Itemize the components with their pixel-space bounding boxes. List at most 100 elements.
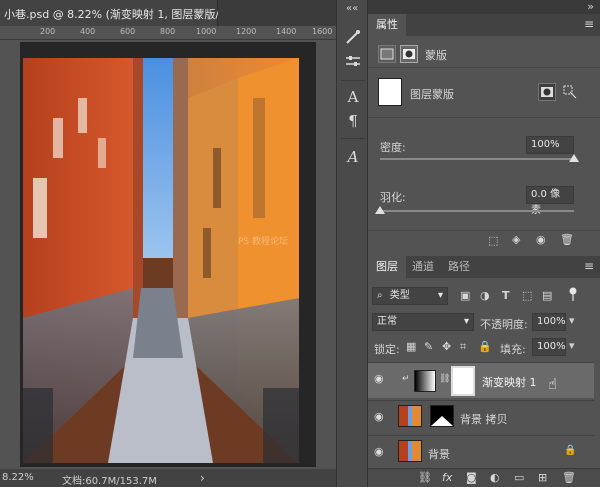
lock-position-icon[interactable]: ✥ bbox=[442, 340, 451, 353]
toggle-mask-visibility-icon[interactable]: ◉ bbox=[536, 233, 546, 246]
layer-name[interactable]: 背景 拷贝 bbox=[460, 411, 508, 427]
paragraph-icon[interactable]: ¶ bbox=[341, 110, 365, 132]
blend-mode-select[interactable]: 正常 ▾ bbox=[372, 313, 474, 331]
density-slider-thumb[interactable] bbox=[569, 154, 579, 162]
mask-link-icon[interactable]: ⛓ bbox=[439, 374, 450, 384]
document-tab-title: 小巷.psd @ 8.22% (渐变映射 1, 图层蒙版/8) * bbox=[4, 8, 240, 21]
layers-footer: ⛓ fx ◙ ◐ ▭ ⊞ 🗑 bbox=[368, 468, 600, 487]
shape-filter-icon[interactable]: ⬚ bbox=[522, 289, 532, 302]
blend-mode-value: 正常 bbox=[377, 316, 397, 327]
dock-collapse-icon[interactable]: «« bbox=[346, 3, 358, 14]
layer-row-gradient-map[interactable]: ◉ ↵ ⛓ 渐变映射 1 ☝ bbox=[368, 362, 594, 398]
filter-kind-value: 类型 bbox=[389, 290, 410, 301]
pixel-mask-button[interactable] bbox=[378, 45, 396, 63]
search-icon: ⌕ bbox=[377, 290, 383, 301]
visibility-eye-icon[interactable]: ◉ bbox=[374, 445, 390, 458]
right-panels: » 属性 ≡ 蒙版 图层蒙版 密度: 100% 羽化: 0.0 像素 ⬚ bbox=[368, 0, 600, 487]
new-adjustment-layer-icon[interactable]: ◐ bbox=[490, 471, 500, 484]
adjust-sliders-icon[interactable] bbox=[341, 52, 365, 74]
smart-object-filter-icon[interactable]: ▤ bbox=[542, 289, 552, 302]
delete-mask-icon[interactable]: 🗑 bbox=[560, 233, 574, 246]
density-label: 密度: bbox=[380, 141, 406, 154]
adjustment-layer-thumbnail[interactable] bbox=[414, 370, 436, 392]
panel-collapse-icon[interactable]: » bbox=[587, 0, 594, 13]
mask-label: 蒙版 bbox=[425, 49, 447, 62]
new-layer-icon[interactable]: ⊞ bbox=[538, 471, 547, 484]
opacity-label: 不透明度: bbox=[480, 318, 528, 331]
density-slider-track[interactable] bbox=[380, 158, 574, 160]
properties-menu-icon[interactable]: ≡ bbox=[584, 17, 594, 31]
density-input[interactable]: 100% bbox=[526, 136, 574, 154]
fill-label: 填充: bbox=[500, 343, 526, 356]
lock-transparent-icon[interactable]: ▦ bbox=[406, 340, 416, 353]
visibility-eye-icon[interactable]: ◉ bbox=[374, 372, 390, 385]
layer-mask-button[interactable] bbox=[400, 45, 418, 63]
apply-mask-footer-icon[interactable]: ◈ bbox=[512, 233, 520, 246]
feather-slider-track[interactable] bbox=[380, 210, 574, 212]
ruler-tick-label: 200 bbox=[40, 27, 56, 36]
link-layers-icon[interactable]: ⛓ bbox=[418, 471, 432, 484]
layer-style-icon[interactable]: fx bbox=[442, 471, 452, 484]
feather-input[interactable]: 0.0 像素 bbox=[526, 186, 574, 216]
visibility-eye-icon[interactable]: ◉ bbox=[374, 410, 390, 423]
delete-layer-icon[interactable]: 🗑 bbox=[562, 471, 576, 484]
fill-chevron-icon[interactable]: ▾ bbox=[569, 339, 575, 352]
layer-thumbnail[interactable] bbox=[398, 405, 422, 427]
glyphs-icon[interactable]: A bbox=[341, 146, 365, 168]
ruler-tick-label: 400 bbox=[80, 27, 96, 36]
tab-paths[interactable]: 路径 bbox=[440, 256, 478, 278]
layer-row-background-copy[interactable]: ◉ 背景 拷贝 bbox=[368, 400, 594, 432]
opacity-input[interactable]: 100% bbox=[532, 313, 566, 331]
add-mask-icon[interactable]: ◙ bbox=[466, 471, 477, 484]
layers-menu-icon[interactable]: ≡ bbox=[584, 259, 594, 273]
ruler-tick-label: 1000 bbox=[196, 27, 217, 36]
pixel-filter-icon[interactable]: ▣ bbox=[460, 289, 470, 302]
layer-row-background[interactable]: ◉ 背景 🔒 bbox=[368, 435, 594, 467]
load-selection-icon[interactable]: ⬚ bbox=[488, 234, 498, 247]
apply-mask-icon[interactable] bbox=[562, 84, 578, 100]
status-bar: 8.22% 文档:60.7M/153.7M › bbox=[0, 469, 336, 487]
feather-slider-thumb[interactable] bbox=[375, 206, 385, 214]
clip-link-icon: ↵ bbox=[402, 374, 410, 384]
fill-input[interactable]: 100% bbox=[532, 338, 566, 356]
layer-mask-thumbnail[interactable] bbox=[451, 366, 475, 396]
status-menu-arrow-icon[interactable]: › bbox=[200, 471, 205, 485]
properties-tab-bar: 属性 ≡ bbox=[368, 14, 600, 36]
document-area: 小巷.psd @ 8.22% (渐变映射 1, 图层蒙版/8) * × 200 … bbox=[0, 0, 336, 487]
layers-tab-bar: 图层 通道 路径 ≡ bbox=[368, 256, 600, 278]
properties-footer: ⬚ ◈ ◉ 🗑 bbox=[368, 230, 600, 252]
adjustment-filter-icon[interactable]: ◑ bbox=[480, 289, 490, 302]
layer-thumbnail[interactable] bbox=[398, 440, 422, 462]
layer-name[interactable]: 背景 bbox=[428, 446, 450, 462]
mouse-cursor-icon: ☝ bbox=[548, 375, 558, 393]
ruler-tick-label: 1400 bbox=[276, 27, 297, 36]
brush-settings-icon[interactable] bbox=[341, 28, 365, 50]
panel-top-strip: » bbox=[368, 0, 600, 14]
watermark-text: PS 教程论坛 bbox=[238, 237, 289, 247]
select-mask-icon[interactable] bbox=[538, 83, 556, 101]
zoom-level[interactable]: 8.22% bbox=[2, 472, 34, 483]
tab-bar-empty bbox=[218, 0, 336, 26]
document-tab[interactable]: 小巷.psd @ 8.22% (渐变映射 1, 图层蒙版/8) * × bbox=[0, 0, 256, 26]
layer-mask-thumbnail[interactable] bbox=[430, 405, 454, 427]
ruler-tick-label: 1600 bbox=[312, 27, 333, 36]
canvas-image[interactable]: PS 教程论坛 bbox=[23, 58, 299, 463]
type-filter-icon[interactable]: T bbox=[502, 289, 510, 302]
new-group-icon[interactable]: ▭ bbox=[514, 471, 524, 484]
lock-all-icon[interactable]: 🔒 bbox=[478, 340, 492, 353]
lock-image-icon[interactable]: ✎ bbox=[424, 340, 433, 353]
chevron-down-icon: ▾ bbox=[463, 316, 469, 327]
tab-layers[interactable]: 图层 bbox=[368, 256, 406, 278]
layer-name[interactable]: 渐变映射 1 bbox=[482, 374, 537, 390]
tab-channels[interactable]: 通道 bbox=[404, 256, 442, 278]
opacity-chevron-icon[interactable]: ▾ bbox=[569, 314, 575, 327]
ruler-tick-label: 600 bbox=[120, 27, 136, 36]
layer-mask-label: 图层蒙版 bbox=[410, 88, 454, 101]
tab-properties[interactable]: 属性 bbox=[368, 14, 406, 36]
filter-toggle-icon[interactable] bbox=[568, 287, 578, 303]
document-size: 文档:60.7M/153.7M bbox=[62, 476, 157, 487]
layer-filter-select[interactable]: ⌕ 类型 ▾ bbox=[372, 287, 448, 305]
lock-artboard-icon[interactable]: ⌗ bbox=[460, 340, 466, 354]
character-icon[interactable]: A bbox=[341, 86, 365, 108]
mask-type-row: 蒙版 bbox=[368, 40, 600, 68]
